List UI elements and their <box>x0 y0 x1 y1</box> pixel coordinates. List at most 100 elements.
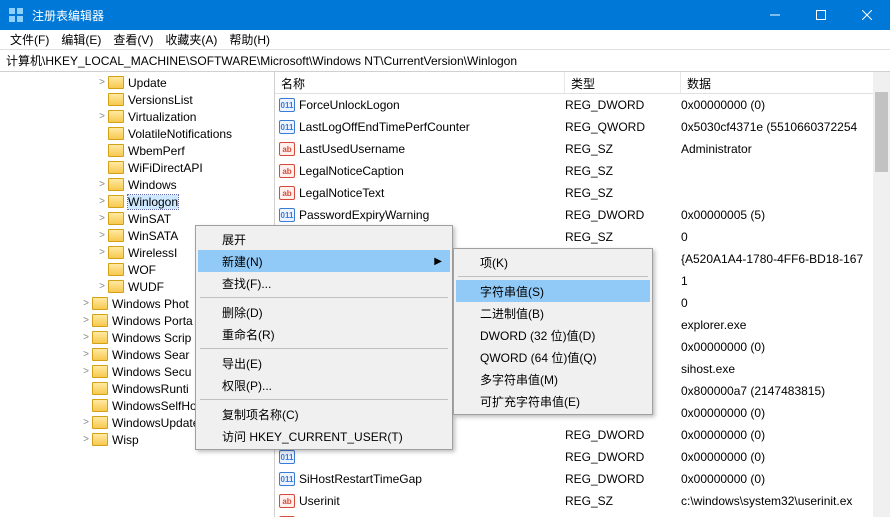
ctx-new-key[interactable]: 项(K) <box>456 251 650 273</box>
ctx-delete[interactable]: 删除(D) <box>198 301 450 323</box>
value-type: REG_DWORD <box>565 208 681 222</box>
expand-icon[interactable]: > <box>96 77 108 88</box>
maximize-button[interactable] <box>798 0 844 30</box>
scrollbar-thumb[interactable] <box>875 92 888 172</box>
expand-icon[interactable]: > <box>80 315 92 326</box>
ctx-new-string[interactable]: 字符串值(S) <box>456 280 650 302</box>
menu-help[interactable]: 帮助(H) <box>223 29 276 50</box>
menu-edit[interactable]: 编辑(E) <box>55 29 107 50</box>
expand-icon[interactable]: > <box>96 213 108 224</box>
expand-icon[interactable]: > <box>80 366 92 377</box>
expand-icon[interactable]: > <box>96 111 108 122</box>
submenu-arrow-icon: ▶ <box>434 256 442 267</box>
value-type: REG_SZ <box>565 164 681 178</box>
value-data: 0x00000005 (5) <box>681 208 890 222</box>
tree-label: Windows Porta <box>112 314 193 328</box>
expand-icon[interactable]: > <box>80 417 92 428</box>
expand-icon[interactable]: > <box>96 247 108 258</box>
value-type: REG_SZ <box>565 142 681 156</box>
ctx-new-multistring[interactable]: 多字符串值(M) <box>456 368 650 390</box>
tree-label: VersionsList <box>128 93 193 107</box>
tree-label: WOF <box>128 263 156 277</box>
menu-bar: 文件(F) 编辑(E) 查看(V) 收藏夹(A) 帮助(H) <box>0 30 890 50</box>
col-name[interactable]: 名称 <box>275 72 565 93</box>
ctx-new-qword[interactable]: QWORD (64 位)值(Q) <box>456 346 650 368</box>
tree-item[interactable]: VersionsList <box>0 91 274 108</box>
scrollbar[interactable] <box>873 72 890 517</box>
string-value-icon: ab <box>279 186 295 200</box>
value-data: 0x00000000 (0) <box>681 340 890 354</box>
value-name: ForceUnlockLogon <box>299 98 400 112</box>
list-row[interactable]: abLegalNoticeCaptionREG_SZ <box>275 160 890 182</box>
value-type: REG_SZ <box>565 230 681 244</box>
list-row[interactable]: 011ForceUnlockLogonREG_DWORD0x00000000 (… <box>275 94 890 116</box>
list-row[interactable]: 011PasswordExpiryWarningREG_DWORD0x00000… <box>275 204 890 226</box>
ctx-new[interactable]: 新建(N)▶ <box>198 250 450 272</box>
tree-item[interactable]: WbemPerf <box>0 142 274 159</box>
title-bar: 注册表编辑器 <box>0 0 890 30</box>
value-data: 0x00000000 (0) <box>681 428 890 442</box>
binary-value-icon: 011 <box>279 98 295 112</box>
value-data: Administrator <box>681 142 890 156</box>
expand-icon[interactable]: > <box>80 434 92 445</box>
col-data[interactable]: 数据 <box>681 72 890 93</box>
list-row[interactable]: abLegalNoticeTextREG_SZ <box>275 182 890 204</box>
minimize-button[interactable] <box>752 0 798 30</box>
value-type: REG_QWORD <box>565 120 681 134</box>
ctx-new-dword[interactable]: DWORD (32 位)值(D) <box>456 324 650 346</box>
folder-icon <box>108 127 124 140</box>
tree-label: VolatileNotifications <box>128 127 232 141</box>
ctx-rename[interactable]: 重命名(R) <box>198 323 450 345</box>
expand-icon[interactable]: > <box>80 349 92 360</box>
tree-item[interactable]: WiFiDirectAPI <box>0 159 274 176</box>
menu-favorites[interactable]: 收藏夹(A) <box>159 29 223 50</box>
list-row[interactable]: abVMAppletREG_SZSystemPropertiesPerforma… <box>275 512 890 517</box>
menu-view[interactable]: 查看(V) <box>107 29 159 50</box>
tree-item[interactable]: > Virtualization <box>0 108 274 125</box>
folder-icon <box>108 246 124 259</box>
ctx-goto-hkcu[interactable]: 访问 HKEY_CURRENT_USER(T) <box>198 425 450 447</box>
tree-item[interactable]: > Winlogon <box>0 193 274 210</box>
expand-icon[interactable]: > <box>96 196 108 207</box>
folder-icon <box>108 178 124 191</box>
close-button[interactable] <box>844 0 890 30</box>
tree-label: Windows <box>128 178 177 192</box>
list-row[interactable]: abUserinitREG_SZc:\windows\system32\user… <box>275 490 890 512</box>
expand-icon[interactable]: > <box>80 332 92 343</box>
expand-icon[interactable]: > <box>96 230 108 241</box>
string-value-icon: ab <box>279 164 295 178</box>
value-type: REG_SZ <box>565 494 681 508</box>
ctx-permissions[interactable]: 权限(P)... <box>198 374 450 396</box>
tree-item[interactable]: VolatileNotifications <box>0 125 274 142</box>
ctx-export[interactable]: 导出(E) <box>198 352 450 374</box>
tree-label: Winlogon <box>128 195 178 209</box>
value-data: 0x00000000 (0) <box>681 450 890 464</box>
folder-icon <box>108 110 124 123</box>
tree-item[interactable]: >Update <box>0 74 274 91</box>
tree-label: Virtualization <box>128 110 196 124</box>
list-row[interactable]: abLastUsedUsernameREG_SZAdministrator <box>275 138 890 160</box>
tree-label: Windows Sear <box>112 348 189 362</box>
ctx-find[interactable]: 查找(F)... <box>198 272 450 294</box>
tree-item[interactable]: > Windows <box>0 176 274 193</box>
value-name: PasswordExpiryWarning <box>299 208 429 222</box>
folder-icon <box>92 382 108 395</box>
address-text: 计算机\HKEY_LOCAL_MACHINE\SOFTWARE\Microsof… <box>6 52 517 69</box>
ctx-expand[interactable]: 展开 <box>198 228 450 250</box>
ctx-new-expandstring[interactable]: 可扩充字符串值(E) <box>456 390 650 412</box>
col-type[interactable]: 类型 <box>565 72 681 93</box>
string-value-icon: ab <box>279 142 295 156</box>
binary-value-icon: 011 <box>279 472 295 486</box>
expand-icon[interactable]: > <box>80 298 92 309</box>
tree-label: WinSAT <box>128 212 171 226</box>
list-row[interactable]: 011LastLogOffEndTimePerfCounterREG_QWORD… <box>275 116 890 138</box>
list-row[interactable]: 011SiHostRestartTimeGapREG_DWORD0x000000… <box>275 468 890 490</box>
address-bar[interactable]: 计算机\HKEY_LOCAL_MACHINE\SOFTWARE\Microsof… <box>0 50 890 72</box>
expand-icon[interactable]: > <box>96 281 108 292</box>
ctx-new-binary[interactable]: 二进制值(B) <box>456 302 650 324</box>
ctx-copy-key-name[interactable]: 复制项名称(C) <box>198 403 450 425</box>
expand-icon[interactable]: > <box>96 179 108 190</box>
context-menu: 展开 新建(N)▶ 查找(F)... 删除(D) 重命名(R) 导出(E) 权限… <box>195 225 453 450</box>
menu-file[interactable]: 文件(F) <box>4 29 55 50</box>
tree-label: Windows Secu <box>112 365 191 379</box>
